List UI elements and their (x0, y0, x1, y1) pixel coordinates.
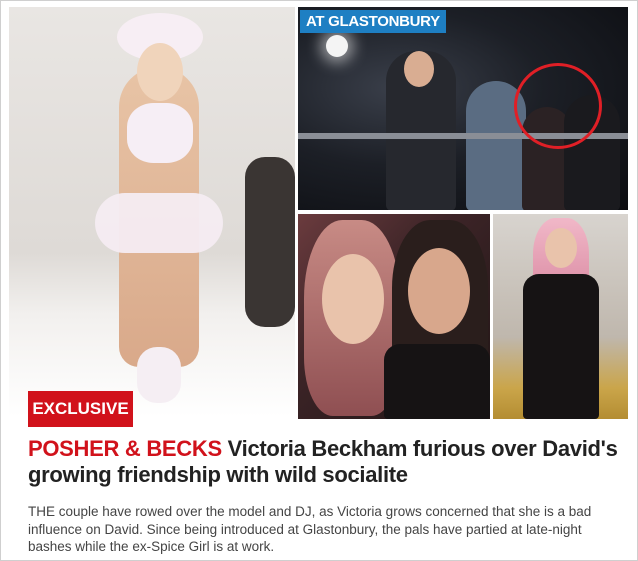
stage-light (326, 35, 348, 57)
dark-top (384, 344, 490, 419)
model-top-garment (127, 103, 193, 163)
model-face (137, 43, 183, 101)
audience-silhouette (245, 157, 295, 327)
glastonbury-photo[interactable] (298, 7, 628, 210)
article-summary: THE couple have rowed over the model and… (28, 504, 592, 554)
woman-face-left (322, 254, 384, 344)
velvet-jumpsuit (523, 274, 599, 419)
model-skirt (95, 193, 223, 253)
article-headline[interactable]: POSHER & BECKS Victoria Beckham furious … (28, 436, 618, 488)
model-boots (137, 347, 181, 403)
exclusive-badge: EXCLUSIVE (28, 391, 133, 427)
portrait-photo[interactable] (493, 214, 628, 419)
highlight-circle (514, 63, 602, 149)
portrait-face (545, 228, 577, 268)
selfie-photo[interactable] (298, 214, 490, 419)
photo-location-tag: AT GLASTONBURY (300, 10, 446, 33)
headline-kicker: POSHER & BECKS (28, 436, 222, 461)
runway-photo[interactable] (9, 7, 295, 417)
face-1 (404, 51, 434, 87)
woman-face-right (408, 248, 470, 334)
